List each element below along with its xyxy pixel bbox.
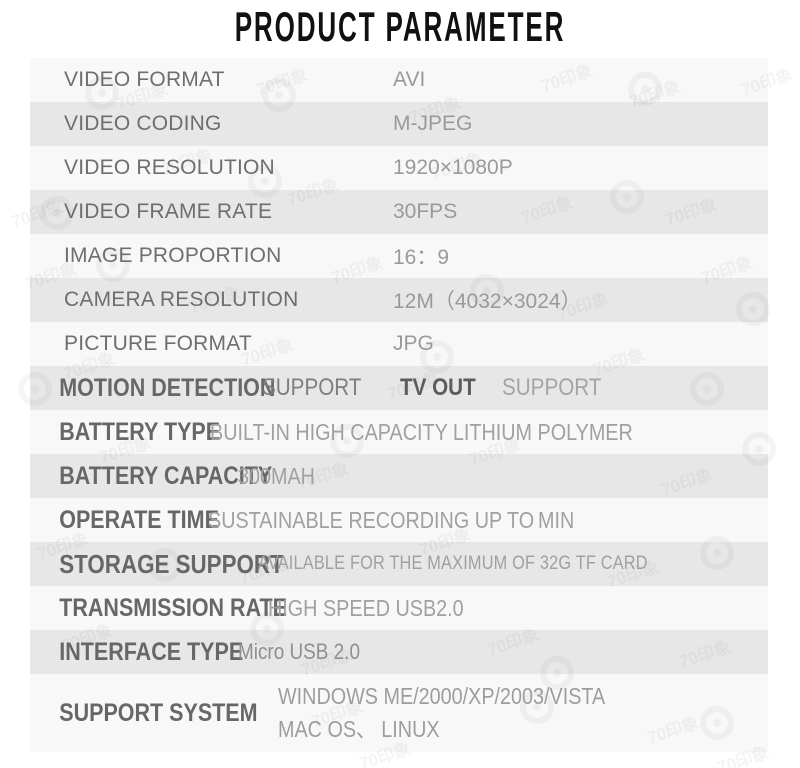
table-row: SUPPORT SYSTEM WINDOWS ME/2000/XP/2003/V… [30,674,768,752]
spec-label: MOTION DETECTION [59,373,276,402]
table-row: OPERATE TIME SUSTAINABLE RECORDING UP TO… [30,498,768,542]
spec-value-tv-out: SUPPORT [502,374,602,401]
spec-label: BATTERY TYPE [59,417,221,446]
spec-value: Micro USB 2.0 [238,639,360,664]
page-title: PRODUCT PARAMETER [234,3,566,50]
spec-value-unit: MIN [538,506,575,533]
table-row: VIDEO RESOLUTION 1920×1080P [30,146,768,190]
spec-label: OPERATE TIME [59,505,219,534]
spec-label: VIDEO FRAME RATE [64,200,273,223]
table-row: VIDEO CODING M-JPEG [30,102,768,146]
spec-value: SUSTAINABLE RECORDING UP TO [208,506,535,533]
table-row: MOTION DETECTION SUPPORT TV OUT SUPPORT [30,366,768,410]
spec-label: VIDEO RESOLUTION [64,156,275,179]
spec-value: AVAILABLE FOR THE MAXIMUM OF 32G TF CARD [258,553,648,574]
spec-sublabel-tv-out: TV OUT [400,374,476,401]
spec-value: HIGH SPEED USB2.0 [268,594,464,621]
table-row: TRANSMISSION RATE HIGH SPEED USB2.0 [30,586,768,630]
spec-value: AVI [393,68,426,91]
spec-label: INTERFACE TYPE [59,637,244,666]
table-row: BATTERY CAPACITY 300MAH [30,454,768,498]
table-row: IMAGE PROPORTION 16：9 [30,234,768,278]
table-row: BATTERY TYPE BUILT-IN HIGH CAPACITY LITH… [30,410,768,454]
spec-value: WINDOWS ME/2000/XP/2003/VISTA MAC OS、 LI… [278,683,606,742]
spec-label: BATTERY CAPACITY [59,461,273,490]
spec-value: 1920×1080P [393,156,513,179]
table-row: VIDEO FORMAT AVI [30,58,768,102]
table-row: INTERFACE TYPE Micro USB 2.0 [30,630,768,674]
spec-label: PICTURE FORMAT [64,332,252,355]
spec-value: 30FPS [393,200,458,223]
table-row: PICTURE FORMAT JPG [30,322,768,366]
table-row: VIDEO FRAME RATE 30FPS [30,190,768,234]
spec-label: VIDEO FORMAT [64,68,225,91]
spec-value: 12M（4032×3024） [393,290,582,313]
spec-label: IMAGE PROPORTION [64,244,282,267]
spec-label: STORAGE SUPPORT [59,548,284,579]
spec-label: CAMERA RESOLUTION [64,288,299,311]
table-row: STORAGE SUPPORT AVAILABLE FOR THE MAXIMU… [30,542,768,586]
spec-label: SUPPORT SYSTEM [59,698,258,727]
table-row: CAMERA RESOLUTION 12M（4032×3024） [30,278,768,322]
spec-value: 16：9 [393,246,450,269]
spec-value: 300MAH [238,462,315,489]
spec-label: VIDEO CODING [64,112,222,135]
spec-value: SUPPORT [262,374,362,401]
spec-value: JPG [393,332,434,355]
spec-value: M-JPEG [393,112,473,135]
spec-label: TRANSMISSION RATE [59,593,287,622]
product-parameter-table: VIDEO FORMAT AVI VIDEO CODING M-JPEG VID… [30,58,768,752]
spec-value: BUILT-IN HIGH CAPACITY LITHIUM POLYMER [210,418,633,445]
